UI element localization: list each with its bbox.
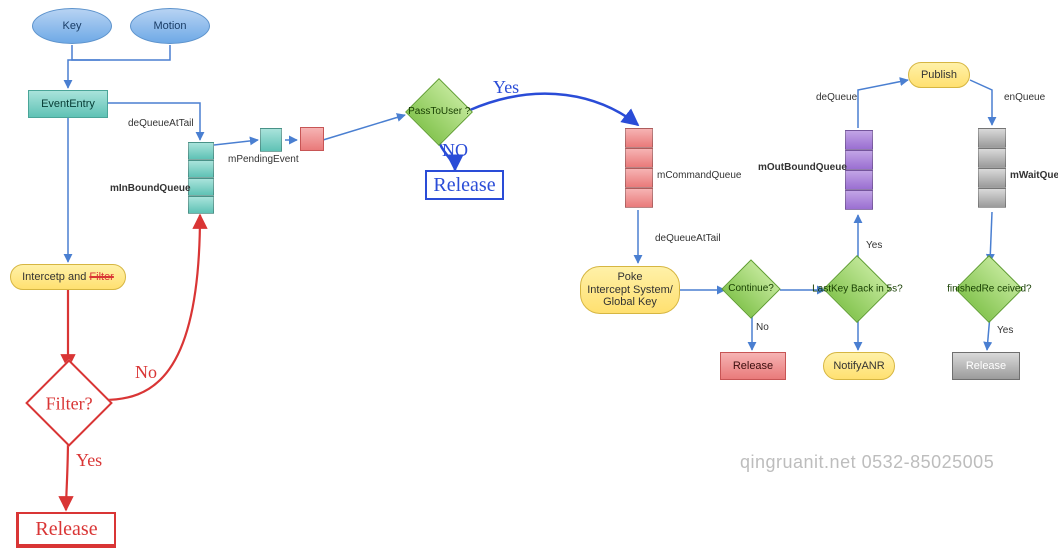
label: Intercetp and Filter — [22, 271, 114, 284]
label: Filter? — [46, 393, 93, 414]
label: Release — [966, 360, 1006, 373]
label-mwaitqueue: mWaitQueue — [1010, 170, 1058, 181]
node-release-hand2: Release — [425, 170, 504, 200]
node-poke: Poke Intercept System/ Global Key — [580, 266, 680, 314]
watermark-text: qingruanit.net 0532-85025005 — [740, 452, 994, 473]
label-mpendingev: mPendingEvent — [228, 154, 299, 165]
node-release-red: Release — [720, 352, 786, 380]
label-dequeue2: deQueueAtTail — [655, 233, 721, 244]
edge-no-cont: No — [756, 322, 769, 333]
flowchart-canvas: Key Motion EventEntry Intercetp and Filt… — [0, 0, 1058, 558]
label: EventEntry — [41, 98, 95, 111]
decision-lastkey: LastKey Back in 5s? — [823, 255, 891, 323]
node-release-gray: Release — [952, 352, 1020, 380]
label-moutboundqueue: mOutBoundQueue — [758, 162, 847, 173]
node-evententry: EventEntry — [28, 90, 108, 118]
label-enqueue: enQueue — [1004, 92, 1045, 103]
decision-finished: finishedRe ceived? — [955, 255, 1023, 323]
queue-command — [625, 128, 653, 208]
queue-outbound — [845, 130, 873, 210]
label: Publish — [921, 69, 957, 82]
queue-inbound — [188, 142, 214, 214]
label: NotifyANR — [833, 360, 884, 373]
connector-layer — [0, 0, 1058, 558]
edge-yes-hand: Yes — [76, 450, 102, 471]
label-mcommandqueue: mCommandQueue — [657, 170, 741, 181]
label: PassToUser ? — [408, 106, 470, 118]
node-release-hand1: Release — [16, 512, 116, 548]
edge-no-blue: NO — [442, 140, 468, 161]
label: finishedRe ceived? — [947, 283, 1032, 295]
node-publish: Publish — [908, 62, 970, 88]
label: Release — [733, 360, 773, 373]
label-minboundqueue: mInBoundQueue — [110, 183, 191, 194]
label: Motion — [153, 20, 186, 33]
label-dequeue3: deQueue — [816, 92, 857, 103]
label: Continue? — [728, 283, 774, 295]
start-key: Key — [32, 8, 112, 44]
label: LastKey Back in 5s? — [812, 283, 903, 295]
label: Release — [433, 174, 495, 197]
label: Poke Intercept System/ Global Key — [587, 271, 673, 309]
decision-passtouser: PassToUser ? — [405, 78, 473, 146]
queue-wait — [978, 128, 1006, 208]
label: Key — [63, 20, 82, 33]
edge-yes-lastkey: Yes — [866, 240, 882, 251]
edge-yes-blue: Yes — [493, 77, 519, 98]
label: Release — [35, 518, 97, 541]
node-intercept-filter: Intercetp and Filter — [10, 264, 126, 290]
queue-pending — [260, 128, 282, 152]
node-red-small — [300, 127, 324, 151]
start-motion: Motion — [130, 8, 210, 44]
label-dequeue1: deQueueAtTail — [128, 118, 194, 129]
decision-filter: Filter? — [25, 359, 113, 447]
node-notifyanr: NotifyANR — [823, 352, 895, 380]
edge-no-hand: No — [135, 362, 157, 383]
decision-continue: Continue? — [721, 259, 780, 318]
edge-yes-finished: Yes — [997, 325, 1013, 336]
